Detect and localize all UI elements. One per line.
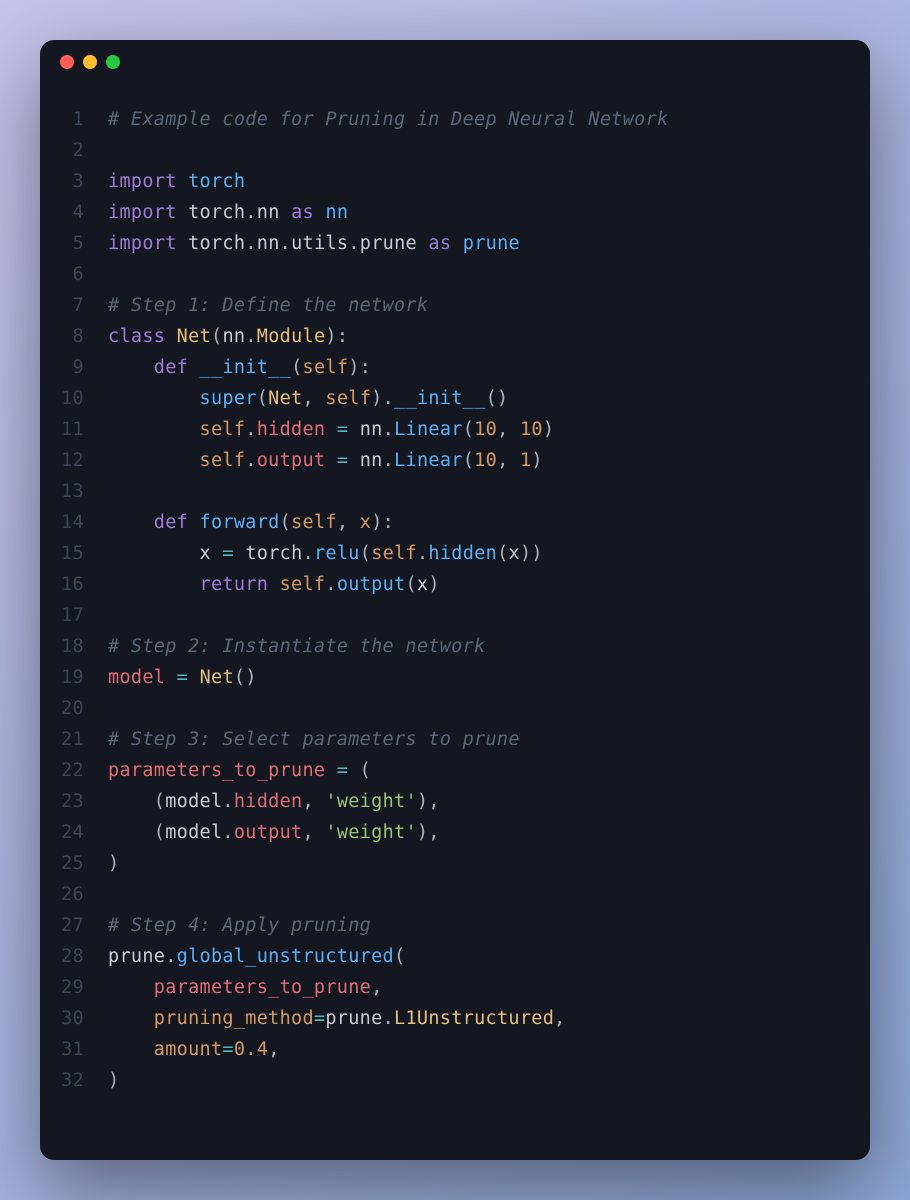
- editor-window: 1# Example code for Pruning in Deep Neur…: [40, 40, 870, 1160]
- code-content[interactable]: # Step 2: Instantiate the network: [108, 636, 485, 657]
- code-content[interactable]: def __init__(self):: [108, 357, 371, 378]
- line-number: 17: [40, 605, 108, 626]
- code-content[interactable]: # Step 4: Apply pruning: [108, 915, 371, 936]
- line-number: 5: [40, 233, 108, 254]
- line-number: 21: [40, 729, 108, 750]
- line-number: 20: [40, 698, 108, 719]
- code-content[interactable]: parameters_to_prune,: [108, 977, 383, 998]
- code-content[interactable]: import torch: [108, 171, 245, 192]
- code-line[interactable]: 31 amount=0.4,: [40, 1034, 870, 1065]
- code-line[interactable]: 4import torch.nn as nn: [40, 197, 870, 228]
- code-content[interactable]: import torch.nn.utils.prune as prune: [108, 233, 520, 254]
- code-line[interactable]: 23 (model.hidden, 'weight'),: [40, 786, 870, 817]
- line-number: 31: [40, 1039, 108, 1060]
- code-content[interactable]: x = torch.relu(self.hidden(x)): [108, 543, 543, 564]
- code-content[interactable]: def forward(self, x):: [108, 512, 394, 533]
- code-line[interactable]: 2: [40, 135, 870, 166]
- line-number: 4: [40, 202, 108, 223]
- code-line[interactable]: 6: [40, 259, 870, 290]
- code-line[interactable]: 15 x = torch.relu(self.hidden(x)): [40, 538, 870, 569]
- line-number: 27: [40, 915, 108, 936]
- line-number: 22: [40, 760, 108, 781]
- code-content[interactable]: amount=0.4,: [108, 1039, 280, 1060]
- code-content[interactable]: # Example code for Pruning in Deep Neura…: [108, 109, 668, 130]
- line-number: 32: [40, 1070, 108, 1091]
- code-line[interactable]: 19model = Net(): [40, 662, 870, 693]
- line-number: 12: [40, 450, 108, 471]
- line-number: 25: [40, 853, 108, 874]
- code-line[interactable]: 14 def forward(self, x):: [40, 507, 870, 538]
- code-line[interactable]: 18# Step 2: Instantiate the network: [40, 631, 870, 662]
- code-content[interactable]: ): [108, 1070, 119, 1091]
- code-line[interactable]: 11 self.hidden = nn.Linear(10, 10): [40, 414, 870, 445]
- code-content[interactable]: (model.hidden, 'weight'),: [108, 791, 440, 812]
- line-number: 15: [40, 543, 108, 564]
- code-content[interactable]: prune.global_unstructured(: [108, 946, 405, 967]
- line-number: 10: [40, 388, 108, 409]
- code-content[interactable]: # Step 3: Select parameters to prune: [108, 729, 520, 750]
- line-number: 18: [40, 636, 108, 657]
- code-content[interactable]: (model.output, 'weight'),: [108, 822, 440, 843]
- code-line[interactable]: 8class Net(nn.Module):: [40, 321, 870, 352]
- code-editor[interactable]: 1# Example code for Pruning in Deep Neur…: [40, 84, 870, 1096]
- line-number: 3: [40, 171, 108, 192]
- window-titlebar: [40, 40, 870, 84]
- code-line[interactable]: 13: [40, 476, 870, 507]
- close-icon[interactable]: [60, 55, 74, 69]
- code-line[interactable]: 22parameters_to_prune = (: [40, 755, 870, 786]
- line-number: 14: [40, 512, 108, 533]
- line-number: 29: [40, 977, 108, 998]
- code-content[interactable]: class Net(nn.Module):: [108, 326, 348, 347]
- code-content[interactable]: parameters_to_prune = (: [108, 760, 371, 781]
- code-line[interactable]: 10 super(Net, self).__init__(): [40, 383, 870, 414]
- code-content[interactable]: self.output = nn.Linear(10, 1): [108, 450, 543, 471]
- code-line[interactable]: 26: [40, 879, 870, 910]
- code-line[interactable]: 1# Example code for Pruning in Deep Neur…: [40, 104, 870, 135]
- line-number: 11: [40, 419, 108, 440]
- line-number: 16: [40, 574, 108, 595]
- line-number: 23: [40, 791, 108, 812]
- line-number: 13: [40, 481, 108, 502]
- code-line[interactable]: 5import torch.nn.utils.prune as prune: [40, 228, 870, 259]
- code-line[interactable]: 32): [40, 1065, 870, 1096]
- code-content[interactable]: return self.output(x): [108, 574, 440, 595]
- code-line[interactable]: 29 parameters_to_prune,: [40, 972, 870, 1003]
- code-content[interactable]: self.hidden = nn.Linear(10, 10): [108, 419, 554, 440]
- line-number: 2: [40, 140, 108, 161]
- code-line[interactable]: 3import torch: [40, 166, 870, 197]
- code-content[interactable]: # Step 1: Define the network: [108, 295, 428, 316]
- code-line[interactable]: 12 self.output = nn.Linear(10, 1): [40, 445, 870, 476]
- line-number: 28: [40, 946, 108, 967]
- line-number: 9: [40, 357, 108, 378]
- line-number: 1: [40, 109, 108, 130]
- line-number: 8: [40, 326, 108, 347]
- code-line[interactable]: 9 def __init__(self):: [40, 352, 870, 383]
- line-number: 24: [40, 822, 108, 843]
- code-content[interactable]: ): [108, 853, 119, 874]
- line-number: 7: [40, 295, 108, 316]
- code-line[interactable]: 24 (model.output, 'weight'),: [40, 817, 870, 848]
- code-content[interactable]: pruning_method=prune.L1Unstructured,: [108, 1008, 566, 1029]
- code-line[interactable]: 28prune.global_unstructured(: [40, 941, 870, 972]
- line-number: 30: [40, 1008, 108, 1029]
- line-number: 19: [40, 667, 108, 688]
- code-line[interactable]: 27# Step 4: Apply pruning: [40, 910, 870, 941]
- code-line[interactable]: 20: [40, 693, 870, 724]
- line-number: 6: [40, 264, 108, 285]
- code-line[interactable]: 17: [40, 600, 870, 631]
- code-content[interactable]: model = Net(): [108, 667, 257, 688]
- line-number: 26: [40, 884, 108, 905]
- code-line[interactable]: 21# Step 3: Select parameters to prune: [40, 724, 870, 755]
- code-content[interactable]: super(Net, self).__init__(): [108, 388, 508, 409]
- maximize-icon[interactable]: [106, 55, 120, 69]
- code-line[interactable]: 7# Step 1: Define the network: [40, 290, 870, 321]
- code-line[interactable]: 25): [40, 848, 870, 879]
- code-line[interactable]: 16 return self.output(x): [40, 569, 870, 600]
- minimize-icon[interactable]: [83, 55, 97, 69]
- code-line[interactable]: 30 pruning_method=prune.L1Unstructured,: [40, 1003, 870, 1034]
- code-content[interactable]: import torch.nn as nn: [108, 202, 348, 223]
